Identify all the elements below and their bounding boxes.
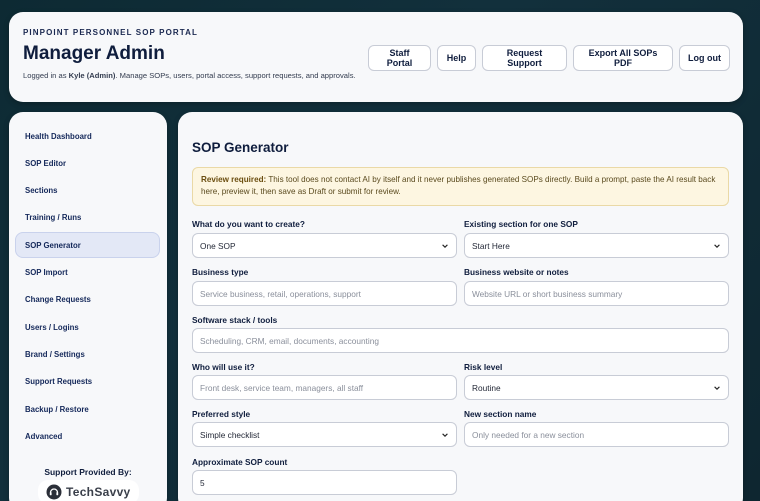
- headset-icon: [46, 484, 62, 500]
- sidebar-item-brand-settings[interactable]: Brand / Settings: [15, 342, 160, 368]
- new-section-input[interactable]: Only needed for a new section: [464, 422, 729, 447]
- risk-level-select[interactable]: Routine: [464, 375, 729, 400]
- review-notice: Review required: This tool does not cont…: [192, 167, 729, 206]
- brand-logo: TechSavvy: [38, 480, 139, 501]
- notice-strong: Review required:: [201, 175, 267, 184]
- page-title: Manager Admin: [23, 43, 165, 64]
- sidebar-item-health-dashboard[interactable]: Health Dashboard: [15, 123, 160, 149]
- section-title: SOP Generator: [192, 140, 289, 155]
- sidebar-item-support-requests[interactable]: Support Requests: [15, 369, 160, 395]
- chevron-down-icon: [714, 243, 720, 248]
- chevron-down-icon: [442, 432, 448, 437]
- portal-tag: PINPOINT PERSONNEL SOP PORTAL: [23, 28, 199, 37]
- sidebar-item-backup-restore[interactable]: Backup / Restore: [15, 396, 160, 422]
- business-type-input[interactable]: Service business, retail, operations, su…: [192, 281, 457, 306]
- sidebar-item-users-logins[interactable]: Users / Logins: [15, 314, 160, 340]
- request-support-button[interactable]: Request Support: [482, 45, 567, 71]
- main-panel: SOP Generator Review required: This tool…: [178, 112, 743, 501]
- chevron-down-icon: [714, 385, 720, 390]
- logout-button[interactable]: Log out: [679, 45, 730, 71]
- create-type-select[interactable]: One SOP: [192, 233, 457, 258]
- sidebar-item-sop-generator[interactable]: SOP Generator: [15, 232, 160, 259]
- header-actions: Staff Portal Help Request Support Export…: [368, 45, 730, 71]
- chevron-down-icon: [442, 243, 448, 248]
- brand-name: TechSavvy: [66, 485, 131, 499]
- support-label: Support Provided By:: [44, 467, 132, 477]
- existing-section-select[interactable]: Start Here: [464, 233, 729, 258]
- sidebar-nav: Health Dashboard SOP Editor Sections Tra…: [15, 123, 160, 451]
- sidebar-item-change-requests[interactable]: Change Requests: [15, 287, 160, 313]
- new-section-label: New section name: [464, 409, 537, 419]
- staff-portal-button[interactable]: Staff Portal: [368, 45, 431, 71]
- help-button[interactable]: Help: [437, 45, 476, 71]
- audience-label: Who will use it?: [192, 362, 255, 372]
- existing-section-label: Existing section for one SOP: [464, 219, 578, 229]
- current-user: Kyle (Admin): [68, 71, 116, 80]
- preferred-style-label: Preferred style: [192, 409, 251, 419]
- preferred-style-select[interactable]: Simple checklist: [192, 422, 457, 447]
- sidebar: Health Dashboard SOP Editor Sections Tra…: [9, 112, 167, 501]
- sop-count-label: Approximate SOP count: [192, 457, 288, 467]
- sidebar-item-advanced[interactable]: Advanced: [15, 424, 160, 450]
- website-label: Business website or notes: [464, 267, 569, 277]
- business-type-label: Business type: [192, 267, 249, 277]
- sop-count-input[interactable]: 5: [192, 470, 457, 495]
- create-type-label: What do you want to create?: [192, 219, 305, 229]
- sidebar-item-training-runs[interactable]: Training / Runs: [15, 205, 160, 231]
- login-info: Logged in as Kyle (Admin). Manage SOPs, …: [23, 71, 356, 80]
- export-pdf-button[interactable]: Export All SOPs PDF: [573, 45, 673, 71]
- header-card: PINPOINT PERSONNEL SOP PORTAL Manager Ad…: [9, 12, 743, 102]
- software-stack-input[interactable]: Scheduling, CRM, email, documents, accou…: [192, 328, 729, 353]
- audience-input[interactable]: Front desk, service team, managers, all …: [192, 375, 457, 400]
- website-input[interactable]: Website URL or short business summary: [464, 281, 729, 306]
- sidebar-item-sections[interactable]: Sections: [15, 178, 160, 204]
- risk-level-label: Risk level: [464, 362, 503, 372]
- sidebar-item-sop-import[interactable]: SOP Import: [15, 260, 160, 286]
- sidebar-item-sop-editor[interactable]: SOP Editor: [15, 150, 160, 176]
- software-stack-label: Software stack / tools: [192, 315, 278, 325]
- notice-text: This tool does not contact AI by itself …: [201, 175, 716, 196]
